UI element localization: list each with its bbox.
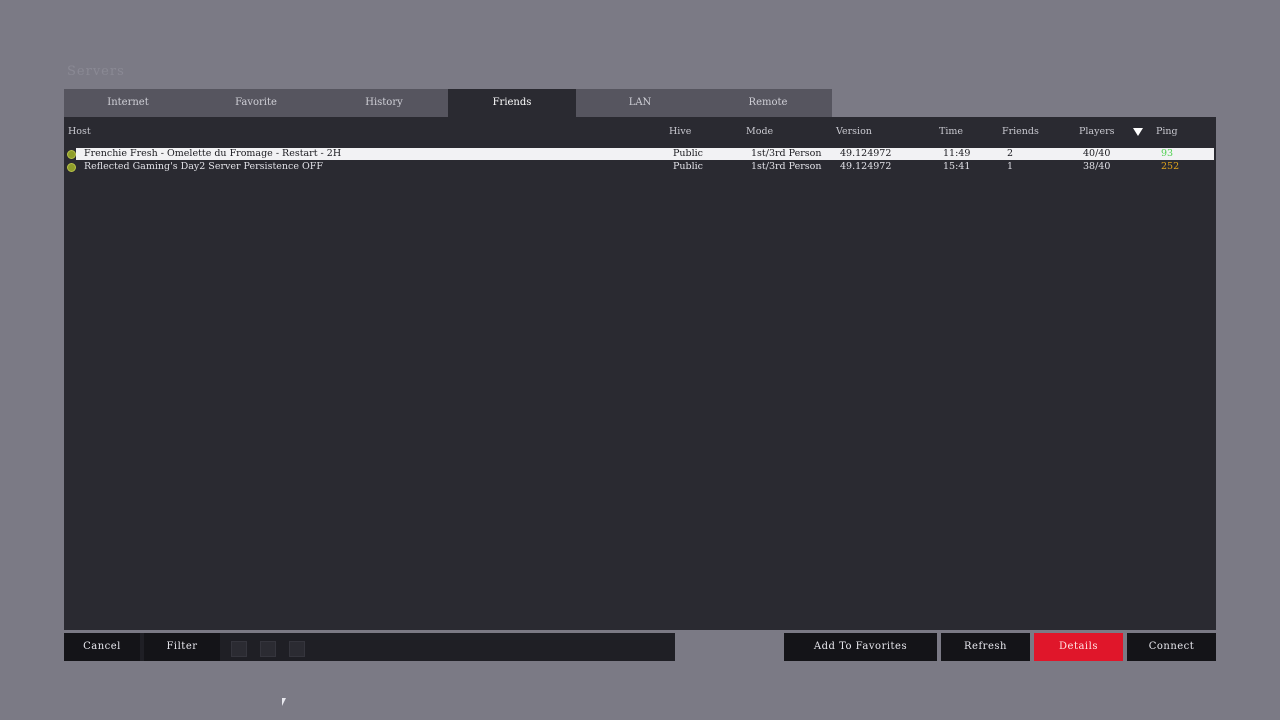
row-host: Frenchie Fresh - Omelette du Fromage - R… xyxy=(84,148,342,159)
server-list-panel: Host Hive Mode Version Time Friends Play… xyxy=(64,117,1216,630)
row-version: 49.124972 xyxy=(840,148,892,159)
server-tabs: Internet Favorite History Friends LAN Re… xyxy=(64,89,832,117)
column-time[interactable]: Time xyxy=(939,126,963,137)
row-time: 11:49 xyxy=(943,148,971,159)
filter-button[interactable]: Filter xyxy=(144,633,220,661)
server-status-icon xyxy=(67,163,76,172)
row-mode: 1st/3rd Person xyxy=(751,161,822,172)
row-players: 38/40 xyxy=(1083,161,1111,172)
tab-remote[interactable]: Remote xyxy=(704,89,832,117)
column-version[interactable]: Version xyxy=(836,126,872,137)
row-ping: 252 xyxy=(1161,161,1180,172)
row-mode: 1st/3rd Person xyxy=(751,148,822,159)
column-players[interactable]: Players xyxy=(1079,126,1115,137)
column-hive[interactable]: Hive xyxy=(669,126,691,137)
column-ping[interactable]: Ping xyxy=(1156,126,1178,137)
table-row[interactable]: Reflected Gaming's Day2 Server Persisten… xyxy=(64,161,1214,173)
window-title: Servers xyxy=(67,64,125,79)
row-ping: 93 xyxy=(1161,148,1174,159)
table-row[interactable]: Frenchie Fresh - Omelette du Fromage - R… xyxy=(64,148,1214,160)
filter-toggle-3[interactable] xyxy=(289,641,305,657)
filter-toggle-2[interactable] xyxy=(260,641,276,657)
server-status-icon xyxy=(67,150,76,159)
row-hive: Public xyxy=(673,161,703,172)
tab-internet[interactable]: Internet xyxy=(64,89,192,117)
add-to-favorites-button[interactable]: Add To Favorites xyxy=(784,633,937,661)
refresh-button[interactable]: Refresh xyxy=(941,633,1030,661)
row-hive: Public xyxy=(673,148,703,159)
row-players: 40/40 xyxy=(1083,148,1111,159)
cancel-button[interactable]: Cancel xyxy=(64,633,140,661)
column-mode[interactable]: Mode xyxy=(746,126,773,137)
column-friends[interactable]: Friends xyxy=(1002,126,1039,137)
table-header: Host Hive Mode Version Time Friends Play… xyxy=(64,117,1216,145)
connect-button[interactable]: Connect xyxy=(1127,633,1216,661)
details-button[interactable]: Details xyxy=(1034,633,1123,661)
row-time: 15:41 xyxy=(943,161,971,172)
row-version: 49.124972 xyxy=(840,161,892,172)
tab-lan[interactable]: LAN xyxy=(576,89,704,117)
column-host[interactable]: Host xyxy=(68,126,91,137)
sort-descending-icon[interactable] xyxy=(1133,128,1143,136)
row-friends: 2 xyxy=(1007,148,1014,159)
filter-toggle-1[interactable] xyxy=(231,641,247,657)
tab-history[interactable]: History xyxy=(320,89,448,117)
row-friends: 1 xyxy=(1007,161,1014,172)
row-host: Reflected Gaming's Day2 Server Persisten… xyxy=(84,161,323,172)
mouse-cursor-icon xyxy=(282,698,290,706)
tab-friends[interactable]: Friends xyxy=(448,89,576,117)
tab-favorite[interactable]: Favorite xyxy=(192,89,320,117)
